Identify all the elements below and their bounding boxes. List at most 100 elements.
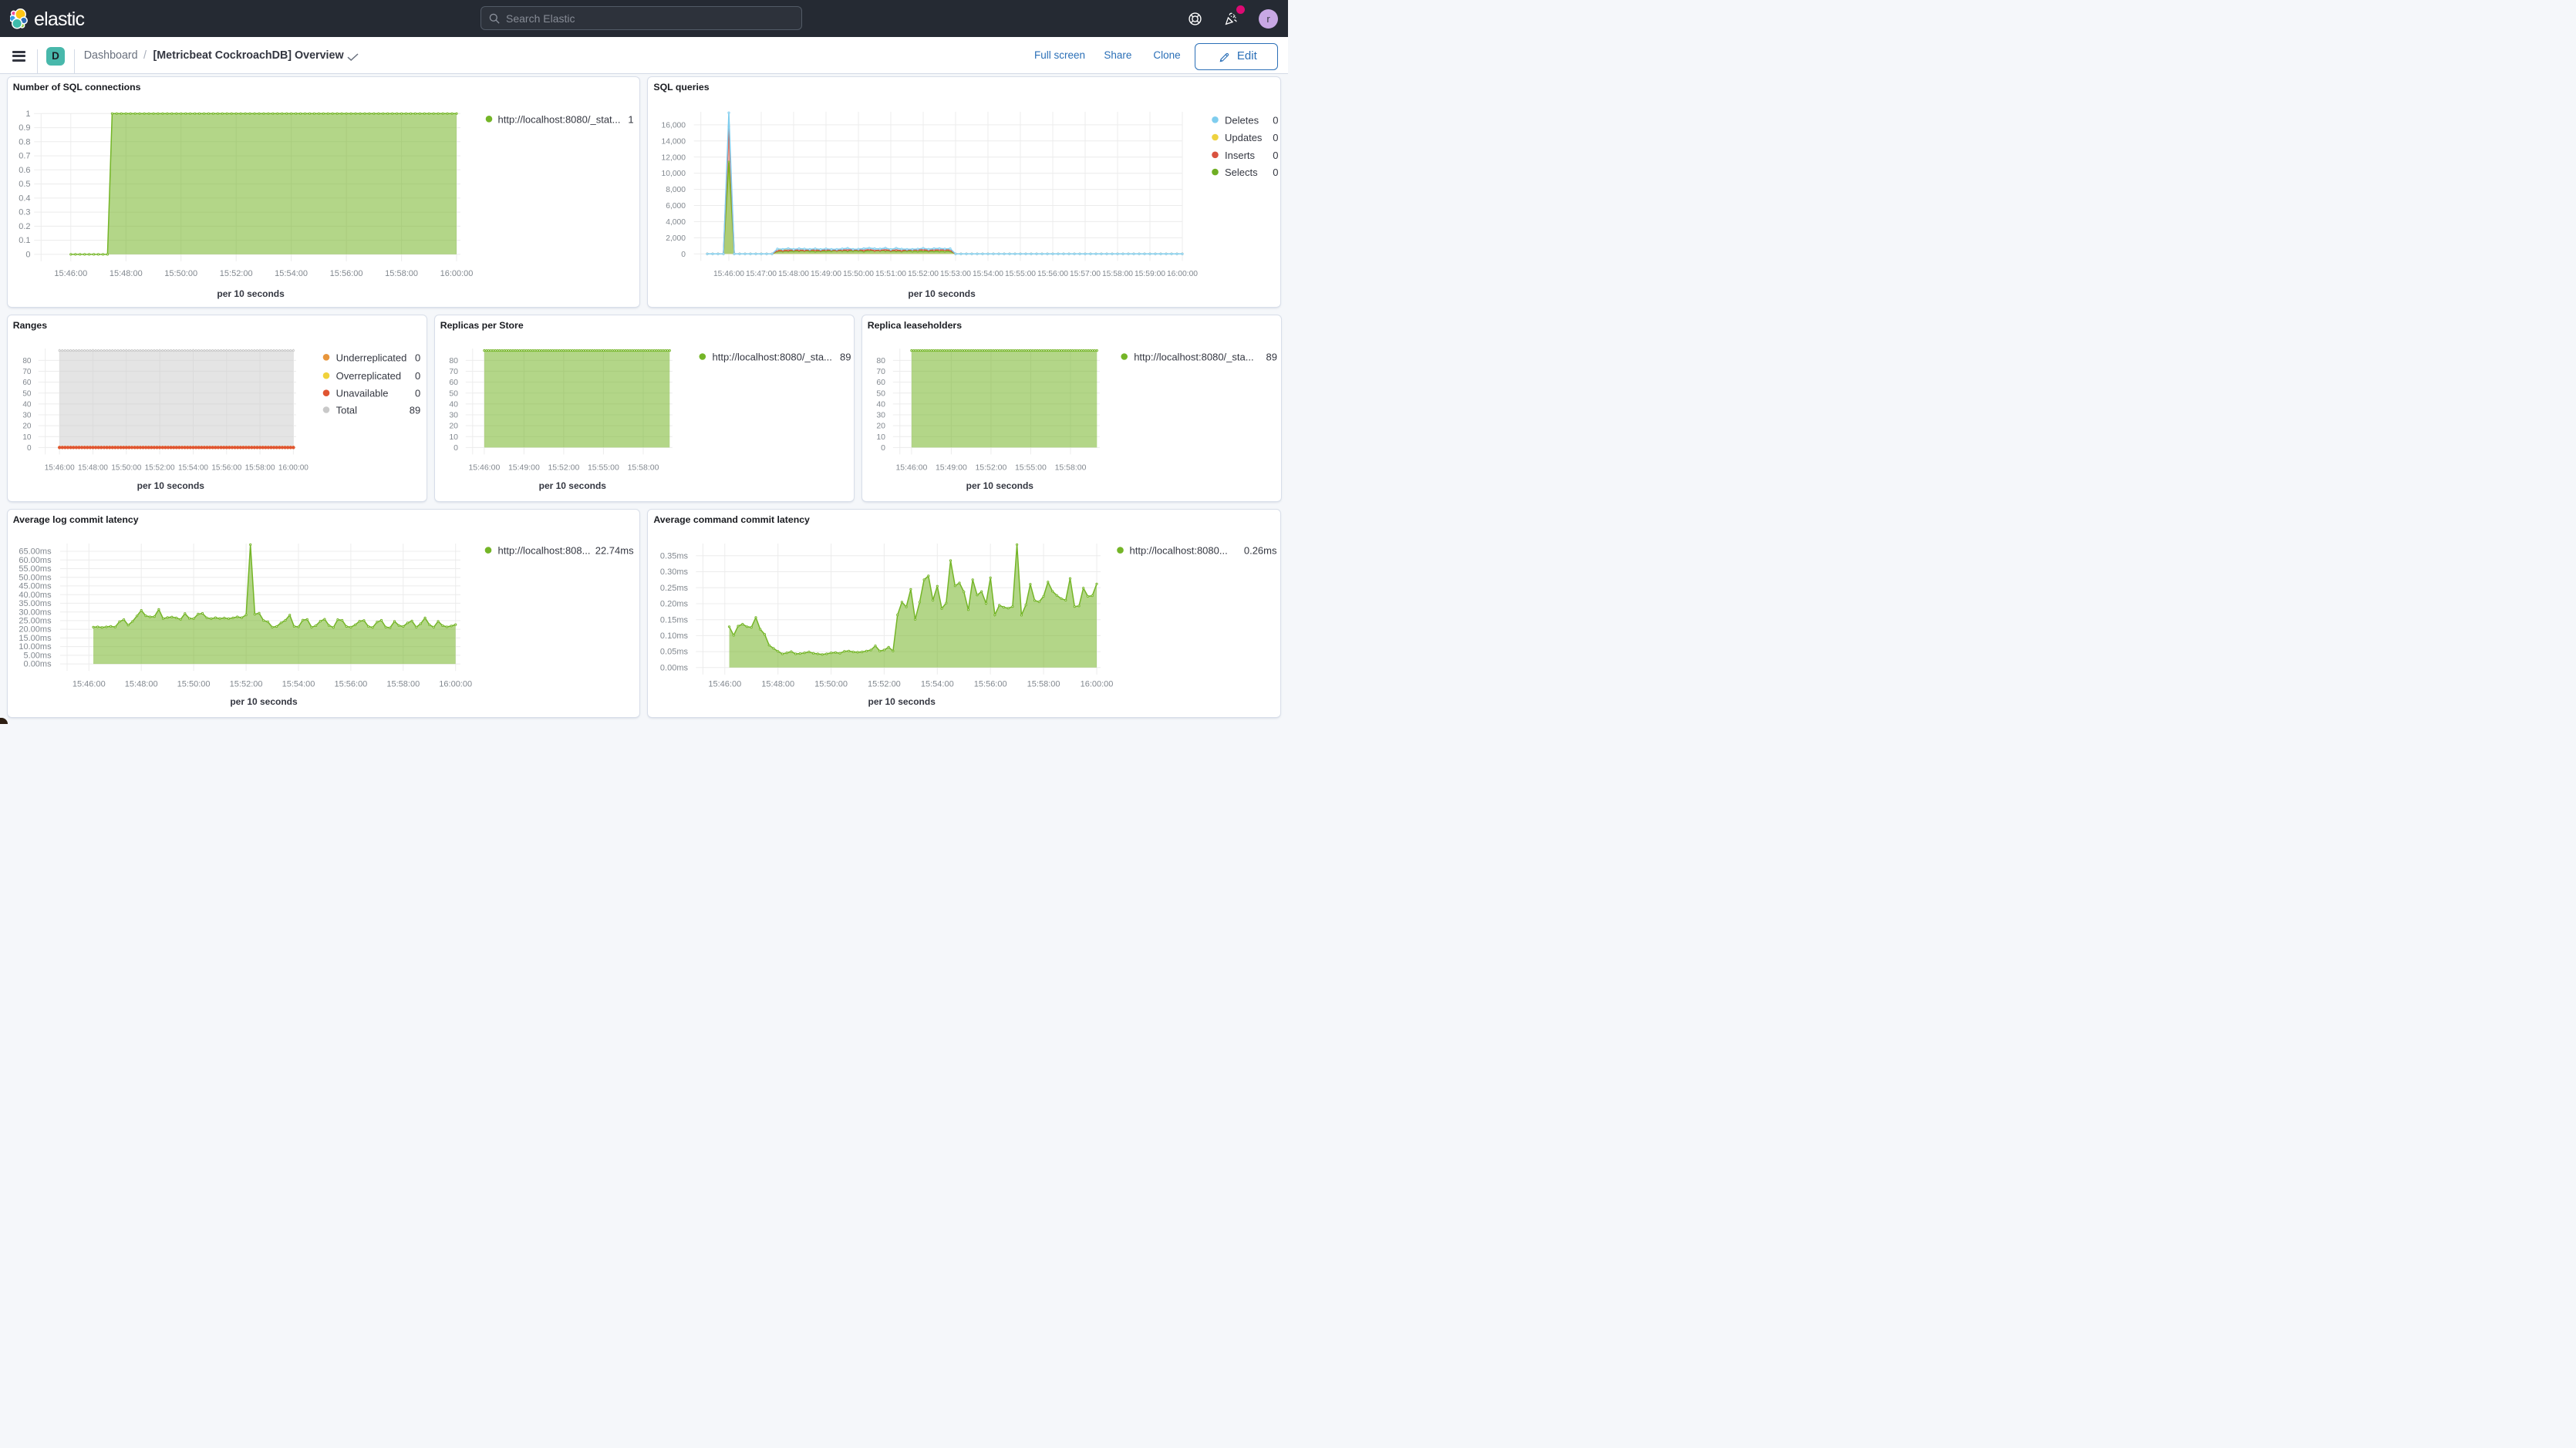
svg-text:80: 80 — [449, 356, 458, 365]
svg-text:Updates: Updates — [1225, 132, 1263, 143]
svg-text:15:48:00: 15:48:00 — [778, 270, 809, 278]
svg-text:http://localhost:8080/_stat...: http://localhost:8080/_stat... — [498, 113, 621, 125]
svg-text:15:58:00: 15:58:00 — [385, 269, 418, 278]
svg-text:40: 40 — [876, 400, 885, 409]
svg-text:16,000: 16,000 — [662, 122, 686, 130]
svg-text:15:49:00: 15:49:00 — [811, 270, 841, 278]
svg-text:15:58:00: 15:58:00 — [245, 464, 275, 473]
svg-text:15:52:00: 15:52:00 — [548, 463, 579, 473]
svg-text:40: 40 — [449, 400, 458, 409]
svg-text:15:58:00: 15:58:00 — [628, 463, 659, 473]
svg-text:15:52:00: 15:52:00 — [230, 680, 263, 689]
svg-text:http://localhost:808...: http://localhost:808... — [498, 545, 591, 557]
svg-text:70: 70 — [876, 367, 885, 376]
svg-text:15:49:00: 15:49:00 — [508, 463, 540, 473]
svg-text:0.35ms: 0.35ms — [660, 551, 689, 561]
svg-text:15:56:00: 15:56:00 — [330, 269, 363, 278]
svg-text:15:57:00: 15:57:00 — [1070, 270, 1101, 278]
svg-text:55.00ms: 55.00ms — [19, 564, 52, 574]
svg-text:0: 0 — [27, 444, 32, 453]
svg-text:70: 70 — [22, 368, 32, 376]
svg-text:80: 80 — [22, 357, 32, 365]
svg-text:0: 0 — [25, 251, 30, 260]
svg-text:15:54:00: 15:54:00 — [178, 464, 208, 473]
svg-text:15:59:00: 15:59:00 — [1135, 270, 1165, 278]
svg-text:15:56:00: 15:56:00 — [1037, 270, 1068, 278]
svg-text:0: 0 — [1273, 150, 1278, 161]
svg-text:15:58:00: 15:58:00 — [1027, 680, 1060, 689]
svg-text:1: 1 — [25, 109, 30, 119]
svg-text:50: 50 — [22, 389, 32, 398]
svg-text:16:00:00: 16:00:00 — [1167, 270, 1198, 278]
svg-text:40.00ms: 40.00ms — [19, 591, 52, 600]
svg-text:30: 30 — [449, 411, 458, 420]
svg-text:per 10 seconds: per 10 seconds — [868, 696, 936, 707]
svg-text:15:52:00: 15:52:00 — [220, 269, 253, 278]
svg-text:20.00ms: 20.00ms — [19, 625, 52, 635]
svg-text:35.00ms: 35.00ms — [19, 599, 52, 608]
svg-text:0.25ms: 0.25ms — [660, 584, 689, 593]
svg-text:15:50:00: 15:50:00 — [164, 269, 197, 278]
svg-text:65.00ms: 65.00ms — [19, 547, 52, 557]
svg-text:10: 10 — [876, 433, 885, 442]
svg-text:15:53:00: 15:53:00 — [940, 270, 971, 278]
svg-text:0: 0 — [881, 443, 885, 453]
svg-text:http://localhost:8080...: http://localhost:8080... — [1130, 545, 1228, 557]
svg-text:15:52:00: 15:52:00 — [975, 463, 1006, 473]
svg-text:15:50:00: 15:50:00 — [177, 680, 211, 689]
svg-text:89: 89 — [410, 405, 420, 416]
svg-text:0: 0 — [415, 352, 420, 363]
svg-text:per 10 seconds: per 10 seconds — [217, 288, 285, 299]
svg-text:16:00:00: 16:00:00 — [278, 464, 309, 473]
svg-text:0.7: 0.7 — [19, 152, 30, 161]
svg-text:15:54:00: 15:54:00 — [275, 269, 308, 278]
svg-text:15:50:00: 15:50:00 — [111, 464, 141, 473]
svg-text:15:48:00: 15:48:00 — [761, 680, 794, 689]
svg-text:16:00:00: 16:00:00 — [1081, 680, 1114, 689]
svg-text:15:52:00: 15:52:00 — [868, 680, 901, 689]
svg-text:15:46:00: 15:46:00 — [713, 270, 744, 278]
svg-text:15:54:00: 15:54:00 — [282, 680, 315, 689]
svg-text:30: 30 — [22, 412, 32, 420]
svg-text:15:46:00: 15:46:00 — [708, 680, 741, 689]
svg-text:per 10 seconds: per 10 seconds — [908, 288, 976, 299]
svg-text:0: 0 — [415, 388, 420, 399]
svg-text:0.05ms: 0.05ms — [660, 648, 689, 657]
svg-text:0.30ms: 0.30ms — [660, 567, 689, 577]
svg-text:0.5: 0.5 — [19, 180, 30, 189]
svg-text:15:55:00: 15:55:00 — [1005, 270, 1036, 278]
svg-text:5.00ms: 5.00ms — [24, 652, 52, 661]
svg-text:15.00ms: 15.00ms — [19, 634, 52, 643]
svg-text:60.00ms: 60.00ms — [19, 556, 52, 565]
svg-text:25.00ms: 25.00ms — [19, 617, 52, 626]
svg-text:15:46:00: 15:46:00 — [72, 680, 106, 689]
svg-text:30: 30 — [876, 411, 885, 420]
svg-text:0: 0 — [1273, 114, 1278, 126]
svg-text:70: 70 — [449, 367, 458, 376]
svg-text:60: 60 — [876, 378, 885, 387]
svg-text:15:54:00: 15:54:00 — [973, 270, 1003, 278]
svg-text:0.26ms: 0.26ms — [1244, 545, 1277, 557]
svg-text:15:55:00: 15:55:00 — [588, 463, 619, 473]
svg-text:per 10 seconds: per 10 seconds — [230, 696, 298, 707]
svg-text:15:48:00: 15:48:00 — [78, 464, 108, 473]
svg-text:0: 0 — [1273, 132, 1278, 143]
svg-text:Inserts: Inserts — [1225, 150, 1256, 161]
svg-text:15:46:00: 15:46:00 — [468, 463, 500, 473]
svg-text:0.3: 0.3 — [19, 208, 30, 217]
svg-text:per 10 seconds: per 10 seconds — [137, 480, 205, 491]
svg-text:10,000: 10,000 — [662, 170, 686, 178]
svg-text:15:55:00: 15:55:00 — [1015, 463, 1047, 473]
svg-text:80: 80 — [876, 356, 885, 365]
svg-text:2,000: 2,000 — [666, 234, 686, 243]
svg-text:per 10 seconds: per 10 seconds — [539, 480, 607, 491]
svg-text:15:46:00: 15:46:00 — [895, 463, 927, 473]
svg-text:15:58:00: 15:58:00 — [1055, 463, 1087, 473]
svg-text:22.74ms: 22.74ms — [595, 545, 634, 557]
svg-text:http://localhost:8080/_sta...: http://localhost:8080/_sta... — [713, 352, 832, 363]
svg-text:http://localhost:8080/_sta...: http://localhost:8080/_sta... — [1134, 352, 1253, 363]
svg-text:20: 20 — [22, 423, 32, 431]
svg-text:0.4: 0.4 — [19, 194, 30, 204]
svg-text:15:50:00: 15:50:00 — [814, 680, 848, 689]
svg-text:50: 50 — [449, 389, 458, 398]
